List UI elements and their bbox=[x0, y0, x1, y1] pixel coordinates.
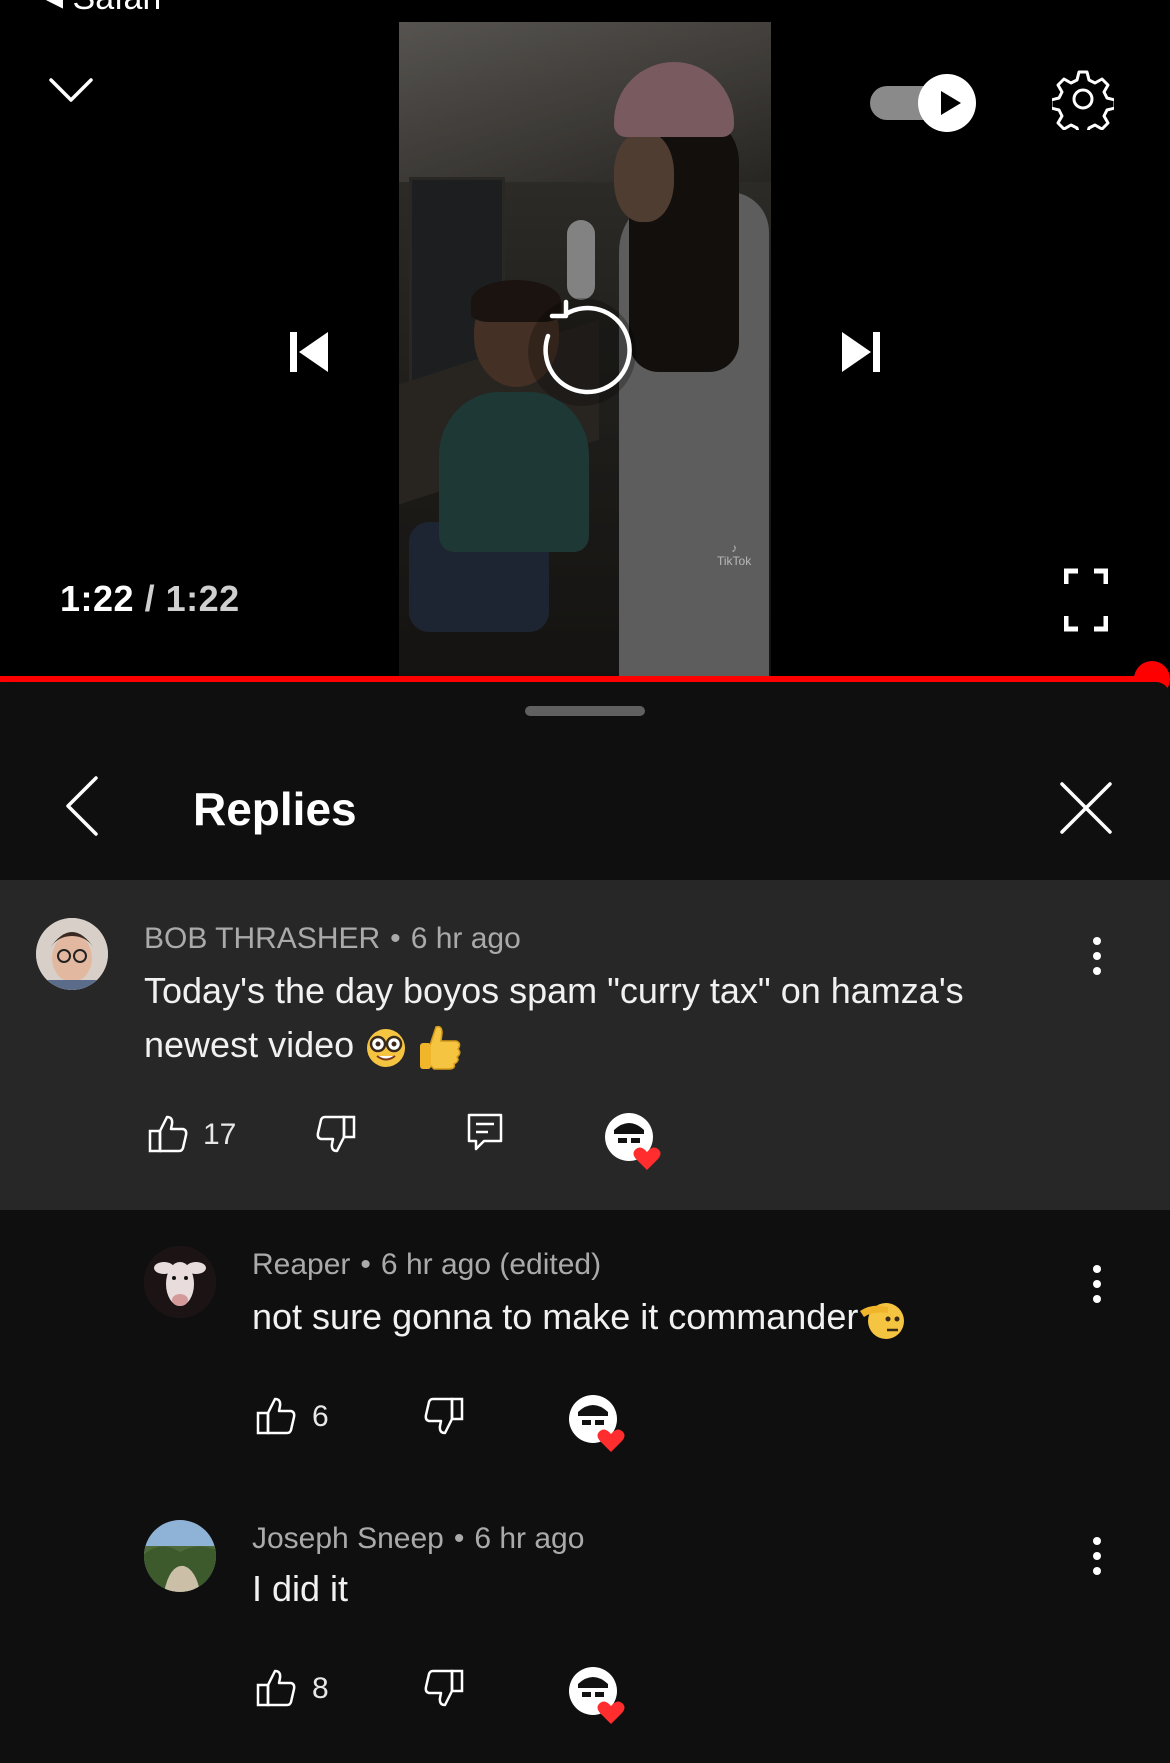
drag-handle[interactable] bbox=[525, 706, 645, 716]
fullscreen-icon[interactable] bbox=[1064, 568, 1108, 632]
current-time: 1:22 bbox=[60, 578, 135, 619]
comment-text: not sure gonna to make it commander bbox=[252, 1290, 1072, 1344]
saluting-face-emoji bbox=[860, 1303, 905, 1340]
comment-text: Today's the day boyos spam "curry tax" o… bbox=[144, 964, 1064, 1072]
author-name[interactable]: Reaper bbox=[252, 1248, 350, 1281]
play-icon bbox=[918, 74, 976, 132]
comment-meta: BOB THRASHER • 6 hr ago bbox=[144, 922, 521, 955]
dislike-icon[interactable] bbox=[316, 1114, 356, 1154]
like-icon[interactable] bbox=[256, 1668, 296, 1708]
duration: 1:22 bbox=[165, 578, 240, 619]
avatar[interactable] bbox=[144, 1246, 216, 1318]
thumbs-up-emoji bbox=[420, 1026, 461, 1071]
reply-comment: Reaper • 6 hr ago (edited) not sure gonna … bbox=[0, 1210, 1170, 1482]
creator-heart-icon bbox=[569, 1667, 625, 1724]
parent-comment: BOB THRASHER • 6 hr ago Today's the day bo… bbox=[0, 880, 1170, 1210]
nerd-face-emoji bbox=[367, 1029, 406, 1068]
like-icon[interactable] bbox=[148, 1114, 188, 1154]
more-options-icon[interactable] bbox=[1091, 936, 1103, 976]
autoplay-toggle[interactable] bbox=[868, 72, 980, 132]
close-icon[interactable] bbox=[1058, 780, 1114, 836]
like-count: 6 bbox=[312, 1400, 329, 1433]
more-options-icon[interactable] bbox=[1091, 1536, 1103, 1576]
next-icon[interactable] bbox=[840, 330, 882, 374]
time-display: 1:22 / 1:22 bbox=[60, 578, 240, 620]
creator-heart-icon bbox=[569, 1395, 625, 1452]
author-name[interactable]: Joseph Sneep bbox=[252, 1522, 444, 1555]
avatar[interactable] bbox=[144, 1520, 216, 1592]
gear-icon[interactable] bbox=[1052, 68, 1114, 130]
sheet-title: Replies bbox=[193, 783, 357, 835]
reply-comment: Joseph Sneep • 6 hr ago I did it 8 bbox=[0, 1482, 1170, 1763]
reply-icon[interactable] bbox=[466, 1112, 504, 1152]
previous-icon[interactable] bbox=[288, 330, 330, 374]
like-count: 17 bbox=[203, 1118, 237, 1151]
comment-time: 6 hr ago bbox=[474, 1522, 585, 1555]
dislike-icon[interactable] bbox=[424, 1396, 464, 1436]
comment-meta: Reaper • 6 hr ago (edited) bbox=[252, 1248, 602, 1281]
comment-time: 6 hr ago (edited) bbox=[380, 1248, 602, 1281]
author-name[interactable]: BOB THRASHER bbox=[144, 922, 380, 955]
more-options-icon[interactable] bbox=[1091, 1264, 1103, 1304]
time-separator: / bbox=[144, 578, 156, 619]
tiktok-watermark: ♪ TikTok bbox=[717, 541, 752, 568]
back-arrow-icon[interactable] bbox=[62, 775, 102, 837]
chevron-down-icon[interactable] bbox=[48, 76, 94, 106]
back-to-app-link[interactable]: ◂ Safari bbox=[46, 0, 161, 18]
comment-meta: Joseph Sneep • 6 hr ago bbox=[252, 1522, 585, 1555]
like-icon[interactable] bbox=[256, 1396, 296, 1436]
comment-text: I did it bbox=[252, 1568, 349, 1609]
like-count: 8 bbox=[312, 1672, 329, 1705]
replay-icon[interactable] bbox=[526, 296, 638, 408]
video-player[interactable]: ◂ Safari ♪TikTok bbox=[0, 0, 1170, 678]
comment-time: 6 hr ago bbox=[410, 922, 521, 955]
avatar[interactable] bbox=[36, 918, 108, 990]
dislike-icon[interactable] bbox=[424, 1668, 464, 1708]
creator-heart-icon bbox=[605, 1113, 661, 1170]
